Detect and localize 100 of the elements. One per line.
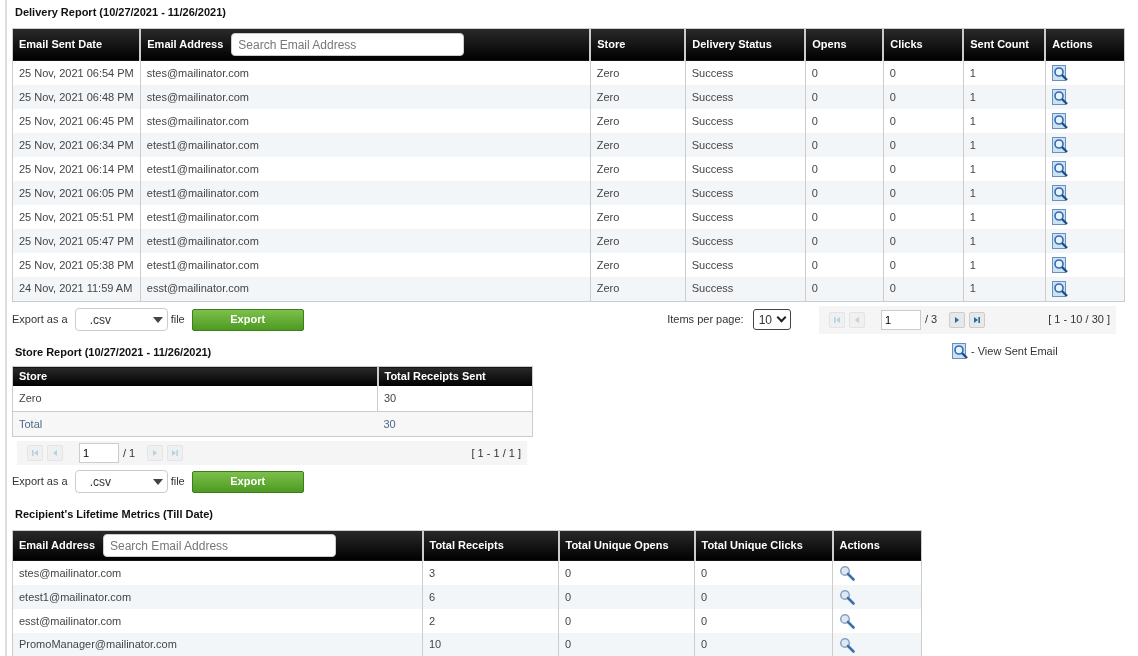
column-header: Store bbox=[590, 28, 686, 61]
table-cell: Zero bbox=[590, 133, 686, 157]
table-cell: etest1@mailinator.com bbox=[140, 181, 591, 205]
table-cell: 1 bbox=[963, 277, 1046, 301]
table-cell: Success bbox=[685, 133, 806, 157]
table-cell: 0 bbox=[558, 633, 695, 656]
page-total: / 3 bbox=[925, 312, 938, 328]
magnifier-page-icon[interactable] bbox=[1051, 233, 1068, 249]
format-select[interactable]: .csv bbox=[74, 470, 168, 493]
table-cell: 0 bbox=[805, 133, 884, 157]
items-per-page-select[interactable]: 10 bbox=[752, 309, 791, 330]
export-label: Export as a bbox=[12, 474, 68, 490]
magnifier-page-icon[interactable] bbox=[1051, 185, 1068, 201]
column-header: Total Unique Clicks bbox=[694, 530, 833, 561]
column-header: Total Receipts bbox=[422, 530, 559, 561]
table-cell: 1 bbox=[963, 181, 1046, 205]
table-cell: 0 bbox=[883, 181, 964, 205]
table-cell: Zero bbox=[590, 85, 686, 109]
page-input[interactable]: 1 bbox=[79, 443, 119, 463]
search-field[interactable]: Search Email Address bbox=[103, 534, 336, 558]
pager-button[interactable] bbox=[949, 311, 966, 328]
total-cell: 30 bbox=[377, 411, 533, 437]
column-header: Email Sent Date bbox=[12, 28, 141, 61]
page-total: / 1 bbox=[123, 445, 136, 461]
table-cell: 25 Nov, 2021 06:34 PM bbox=[12, 133, 141, 157]
table-cell: 6 bbox=[422, 585, 559, 609]
table-cell: 1 bbox=[963, 85, 1046, 109]
table-cell: 0 bbox=[883, 277, 964, 301]
table-cell: Zero bbox=[590, 229, 686, 253]
magnifier-page-icon[interactable] bbox=[1051, 209, 1068, 225]
table-cell: etest1@mailinator.com bbox=[140, 133, 591, 157]
items-per-page-label: Items per page: bbox=[667, 312, 744, 328]
prev-page-icon bbox=[853, 315, 861, 324]
magnifier-page-icon[interactable] bbox=[1051, 257, 1068, 273]
last-page-icon bbox=[973, 315, 982, 324]
magnifier-icon[interactable] bbox=[839, 565, 855, 581]
table-cell: Zero bbox=[590, 181, 686, 205]
search-field[interactable]: Search Email Address bbox=[231, 33, 465, 57]
table-cell: 10 bbox=[422, 633, 559, 656]
column-header: Delivery Status bbox=[685, 28, 806, 61]
last-page-icon bbox=[171, 449, 180, 457]
magnifier-page-icon[interactable] bbox=[1051, 280, 1068, 297]
magnifier-icon[interactable] bbox=[839, 636, 855, 653]
table-cell: esst@mailinator.com bbox=[140, 277, 591, 301]
table-cell: stes@mailinator.com bbox=[140, 85, 591, 109]
table-cell: 25 Nov, 2021 06:05 PM bbox=[12, 181, 141, 205]
column-header: Email Address bbox=[19, 539, 95, 553]
magnifier-page-icon[interactable] bbox=[1051, 89, 1068, 105]
column-header: Actions bbox=[832, 530, 922, 561]
table-cell: 0 bbox=[694, 633, 833, 656]
legend-text: - View Sent Email bbox=[971, 343, 1058, 359]
first-page-icon bbox=[31, 449, 39, 457]
magnifier-page-icon[interactable] bbox=[1051, 137, 1068, 153]
page-range: [ 1 - 10 / 30 ] bbox=[1048, 312, 1110, 328]
table-cell: 0 bbox=[805, 277, 884, 301]
column-header: Store bbox=[12, 366, 378, 386]
column-header: Opens bbox=[805, 28, 884, 61]
pager-button[interactable] bbox=[969, 311, 986, 328]
table-cell: PromoManager@mailinator.com bbox=[12, 633, 423, 656]
table-cell: 0 bbox=[805, 181, 884, 205]
export-label: file bbox=[170, 312, 185, 328]
column-header: Actions bbox=[1045, 28, 1125, 61]
magnifier-icon[interactable] bbox=[839, 613, 855, 629]
table-cell: 30 bbox=[377, 385, 533, 412]
magnifier-icon[interactable] bbox=[839, 589, 855, 605]
table-cell: 25 Nov, 2021 06:48 PM bbox=[12, 85, 141, 109]
table-cell: Success bbox=[685, 277, 806, 301]
table-cell: Success bbox=[685, 85, 806, 109]
format-select[interactable]: .csv bbox=[74, 308, 168, 331]
section-title: Store Report (10/27/2021 - 11/26/2021) bbox=[14, 344, 213, 360]
table-cell: 25 Nov, 2021 05:47 PM bbox=[12, 229, 141, 253]
table-cell: etest1@mailinator.com bbox=[12, 585, 423, 609]
first-page-icon bbox=[833, 315, 841, 324]
magnifier-page-icon[interactable] bbox=[1051, 113, 1068, 129]
export-label: file bbox=[170, 474, 185, 490]
column-header: Total Unique Opens bbox=[558, 530, 695, 561]
table-cell: 0 bbox=[883, 229, 964, 253]
column-header: Clicks bbox=[883, 28, 964, 61]
export-label: Export as a bbox=[12, 312, 68, 328]
prev-page-icon bbox=[51, 449, 59, 457]
section-title: Recipient's Lifetime Metrics (Till Date) bbox=[14, 507, 215, 522]
magnifier-page-icon[interactable] bbox=[1051, 65, 1068, 81]
table-cell: 0 bbox=[558, 585, 695, 609]
table-cell: 1 bbox=[963, 133, 1046, 157]
column-header: Total Receipts Sent bbox=[377, 366, 533, 386]
column-header: Email Address bbox=[147, 38, 224, 52]
page-input[interactable]: 1 bbox=[881, 309, 921, 330]
table-cell: 24 Nov, 2021 11:59 AM bbox=[12, 277, 141, 301]
table-cell: 1 bbox=[963, 229, 1046, 253]
magnifier-page-icon[interactable] bbox=[1051, 161, 1068, 177]
page-range: [ 1 - 1 / 1 ] bbox=[471, 445, 521, 461]
table-cell: etest1@mailinator.com bbox=[140, 229, 591, 253]
section-title: Delivery Report (10/27/2021 - 11/26/2021) bbox=[14, 5, 227, 20]
table-cell: Success bbox=[685, 229, 806, 253]
table-cell: Success bbox=[685, 181, 806, 205]
magnifier-page-icon bbox=[952, 342, 968, 359]
table-cell: 0 bbox=[694, 585, 833, 609]
column-header: Sent Count bbox=[963, 28, 1046, 61]
table-cell: 0 bbox=[883, 133, 964, 157]
table-cell: 0 bbox=[805, 85, 884, 109]
